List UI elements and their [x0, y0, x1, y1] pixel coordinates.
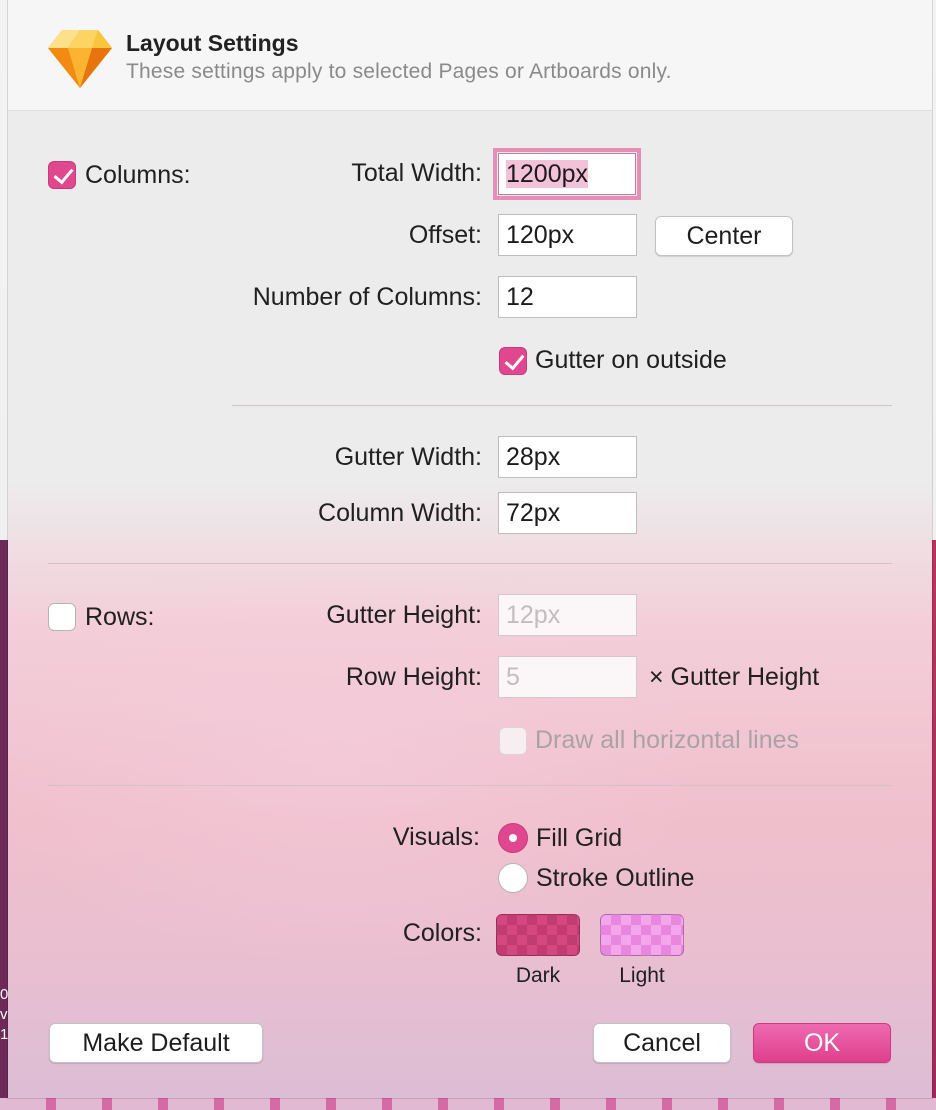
cancel-button[interactable]: Cancel: [593, 1023, 731, 1063]
draw-horizontal-lines-label[interactable]: Draw all horizontal lines: [535, 726, 799, 755]
stroke-outline-radio[interactable]: [498, 863, 528, 893]
draw-horizontal-lines-checkbox[interactable]: [499, 727, 527, 755]
visuals-label: Visuals:: [392, 823, 480, 851]
backdrop-canvas-strip: [0, 1098, 936, 1110]
gutter-height-input[interactable]: 12px: [498, 594, 637, 636]
light-color-caption: Light: [619, 964, 665, 987]
row-height-input[interactable]: 5: [498, 656, 637, 698]
row-height-label: Row Height:: [345, 663, 482, 691]
backdrop-edge-text: 0 v 1: [0, 986, 8, 1043]
section-divider-visuals: [48, 785, 892, 786]
make-default-button[interactable]: Make Default: [49, 1023, 263, 1063]
center-button[interactable]: Center: [655, 216, 793, 256]
fill-grid-label[interactable]: Fill Grid: [536, 824, 622, 853]
gutter-on-outside-label[interactable]: Gutter on outside: [535, 346, 727, 375]
sheet-header: Layout Settings These settings apply to …: [8, 0, 932, 111]
column-width-label: Column Width:: [318, 499, 482, 527]
number-of-columns-input[interactable]: 12: [498, 276, 637, 318]
ok-button[interactable]: OK: [753, 1023, 891, 1063]
dark-color-caption: Dark: [515, 964, 561, 987]
light-color-swatch[interactable]: [600, 914, 684, 956]
layout-settings-sheet: Layout Settings These settings apply to …: [8, 0, 932, 1098]
row-height-suffix: × Gutter Height: [649, 663, 820, 691]
number-of-columns-label: Number of Columns:: [252, 283, 482, 311]
fill-grid-radio[interactable]: [498, 823, 528, 853]
colors-label: Colors:: [402, 919, 482, 947]
columns-divider: [232, 405, 892, 406]
offset-input[interactable]: 120px: [498, 214, 637, 256]
rows-checkbox[interactable]: [48, 603, 76, 631]
sketch-diamond-icon: [48, 30, 112, 88]
dialog-subtitle: These settings apply to selected Pages o…: [126, 60, 672, 83]
column-width-input[interactable]: 72px: [498, 492, 637, 534]
gutter-height-label: Gutter Height:: [326, 601, 482, 629]
dark-color-swatch[interactable]: [496, 914, 580, 956]
section-divider-rows: [48, 563, 892, 564]
stroke-outline-label[interactable]: Stroke Outline: [536, 864, 694, 893]
gutter-width-input[interactable]: 28px: [498, 436, 637, 478]
gutter-on-outside-checkbox[interactable]: [499, 347, 527, 375]
offset-label: Offset:: [408, 221, 482, 249]
rows-label[interactable]: Rows:: [85, 603, 154, 632]
total-width-label: Total Width:: [351, 159, 482, 187]
columns-checkbox[interactable]: [48, 161, 76, 189]
dialog-title: Layout Settings: [126, 30, 299, 56]
gutter-width-label: Gutter Width:: [334, 443, 482, 471]
columns-label[interactable]: Columns:: [85, 161, 191, 190]
total-width-input[interactable]: 1200px: [493, 148, 641, 200]
